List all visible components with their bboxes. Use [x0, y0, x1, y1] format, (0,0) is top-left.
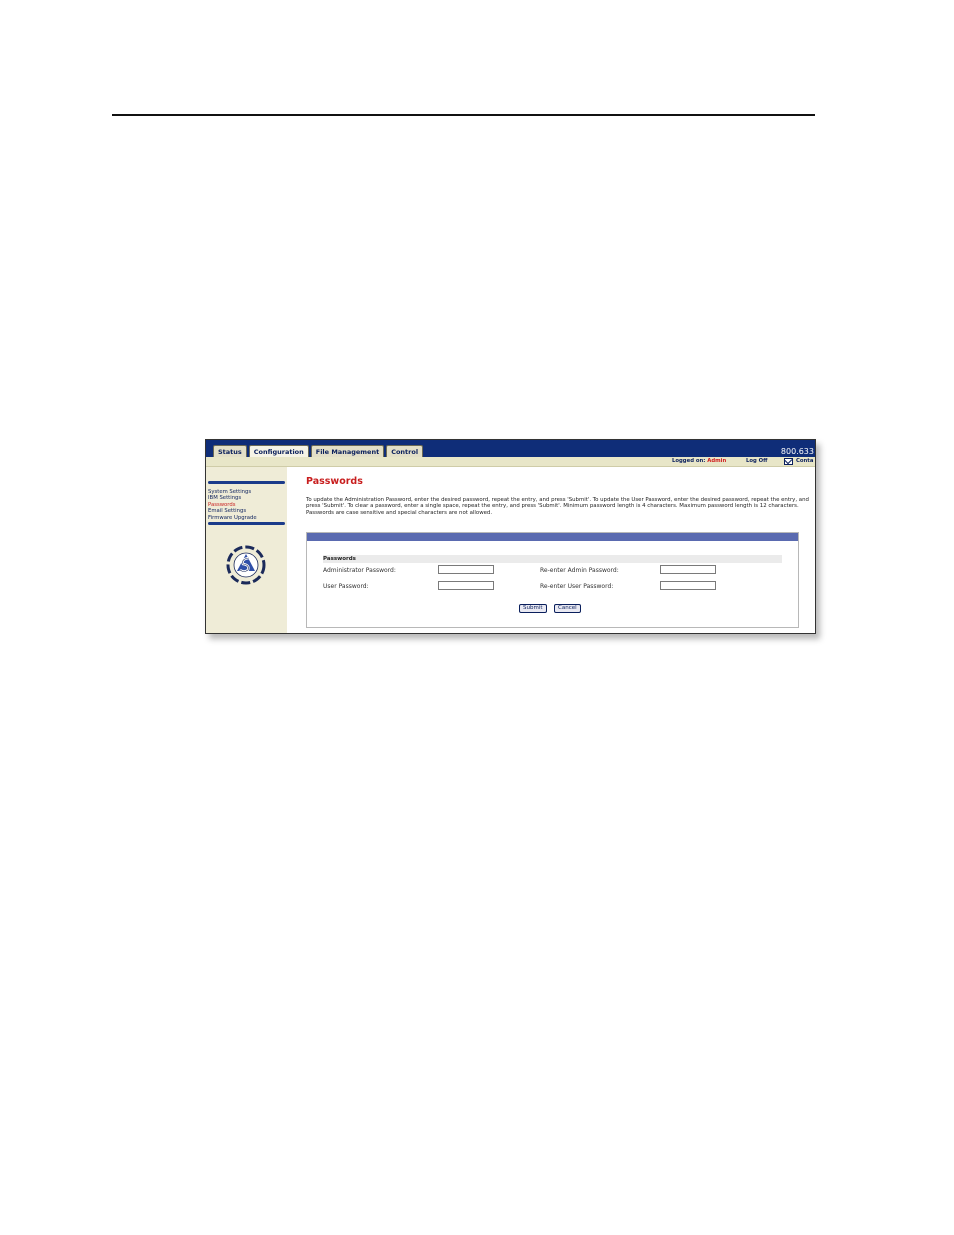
- page-header-rule: [112, 114, 815, 116]
- sidebar-top-rule: [208, 481, 285, 484]
- instructions-text: To update the Administration Password, e…: [306, 497, 809, 516]
- sidebar: System Settings IBM Settings Passwords E…: [206, 467, 287, 633]
- logged-on-label: Logged on:: [672, 458, 706, 464]
- admin-password-label: Administrator Password:: [323, 567, 396, 574]
- panel-header-bar: [307, 533, 798, 541]
- mail-icon[interactable]: [784, 458, 793, 465]
- contact-link[interactable]: Conta: [796, 458, 813, 464]
- user-password-input[interactable]: [438, 581, 494, 590]
- sidebar-bottom-rule: [208, 522, 285, 525]
- admin-password-input[interactable]: [438, 565, 494, 574]
- admin-reenter-input[interactable]: [660, 565, 716, 574]
- company-logo-icon: [226, 545, 266, 585]
- admin-reenter-label: Re-enter Admin Password:: [540, 567, 619, 574]
- sidebar-item-firmware-upgrade[interactable]: Firmware Upgrade: [208, 515, 257, 521]
- phone-number: 800.633: [780, 447, 814, 456]
- cancel-button[interactable]: Cancel: [554, 604, 581, 613]
- page-title: Passwords: [306, 476, 363, 487]
- submit-button[interactable]: Submit: [519, 604, 547, 613]
- password-form-panel: Passwords Administrator Password: Re-ent…: [306, 532, 799, 628]
- form-section-header: Passwords: [323, 555, 782, 563]
- top-nav-bar: Status Configuration File Management Con…: [206, 440, 815, 458]
- logged-on-status: Logged on: Admin: [672, 458, 726, 464]
- user-password-label: User Password:: [323, 583, 369, 590]
- user-reenter-label: Re-enter User Password:: [540, 583, 614, 590]
- section-title: Passwords: [323, 556, 356, 562]
- browser-screenshot: Status Configuration File Management Con…: [205, 439, 816, 634]
- info-bar: Logged on: Admin Log Off Conta: [206, 457, 815, 467]
- sidebar-menu: System Settings IBM Settings Passwords E…: [208, 489, 257, 521]
- main-content: Passwords To update the Administration P…: [288, 467, 815, 633]
- log-off-link[interactable]: Log Off: [746, 458, 767, 464]
- user-reenter-input[interactable]: [660, 581, 716, 590]
- logged-on-user: Admin: [707, 458, 727, 464]
